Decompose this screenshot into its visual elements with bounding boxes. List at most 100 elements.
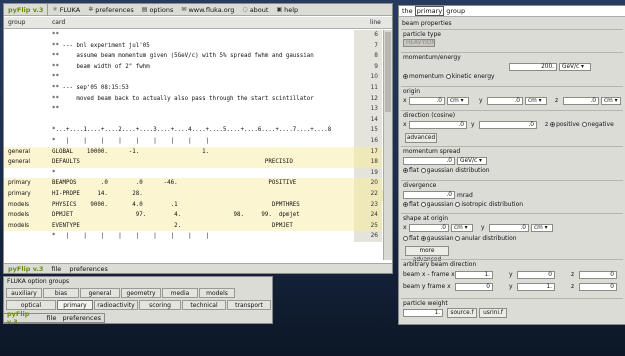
tab-auxiliary[interactable]: auxiliary [6, 288, 42, 298]
tab-media[interactable]: media [162, 288, 198, 298]
file-menu[interactable]: file [44, 314, 60, 322]
shape-y-input[interactable]: .0 [489, 224, 529, 232]
origin-y-unit[interactable]: cm ▾ [525, 97, 547, 105]
app-name[interactable]: pyFlip v.3 [4, 3, 49, 16]
tab-technical[interactable]: technical [182, 300, 226, 310]
kinetic-energy-radio[interactable] [445, 74, 451, 79]
radio-label: gaussian [426, 235, 454, 242]
card-row[interactable]: ** beam width of 2" fwhm 9 [4, 61, 382, 73]
scrollbar-thumb[interactable] [385, 32, 391, 112]
momentum-radio[interactable] [403, 74, 408, 79]
card-row[interactable]: ** moved beam back to actually also pass… [4, 93, 382, 105]
beam-y-x-input[interactable]: 0 [455, 283, 493, 291]
beam-x-x-input[interactable]: 1. [455, 271, 493, 279]
momentum-unit-select[interactable]: GeV/c ▾ [559, 63, 591, 71]
card-row[interactable]: *...+....1....+....2....+....3....+....4… [4, 125, 382, 136]
tab-bias[interactable]: bias [43, 288, 79, 298]
tab-general[interactable]: general [80, 288, 120, 298]
flat-radio[interactable] [403, 202, 408, 207]
flat-radio[interactable] [403, 236, 408, 241]
card-row[interactable]: general GLOBAL 10000. -1. 1. 17 [4, 146, 382, 158]
card-row[interactable]: ** assume beam momentum given (5GeV/c) w… [4, 51, 382, 62]
gaussian-radio[interactable] [420, 202, 426, 207]
card-row[interactable]: models PHYSICS 9000. 4.0 .1 DPMTHRES 23 [4, 199, 382, 211]
radio-label: flat [409, 167, 419, 174]
origin-z-input[interactable]: .0 [563, 97, 599, 105]
origin-x-unit[interactable]: cm ▾ [447, 97, 469, 105]
unit-value: cm [528, 98, 537, 104]
preferences-menu[interactable]: preferences [65, 265, 112, 273]
tab-optical[interactable]: optical [6, 300, 56, 310]
card-row[interactable]: models EVENTYPE 2. DPMJET 25 [4, 220, 382, 232]
card-row[interactable]: * | | | | | | | | | 26 [4, 231, 382, 242]
negative-radio[interactable] [581, 122, 587, 127]
beam-y-z-input[interactable]: 0 [579, 283, 617, 291]
origin-y-input[interactable]: .0 [487, 97, 523, 105]
advanced-button[interactable]: advanced [405, 133, 437, 143]
option-tab-row-1: auxiliary bias general geometry media mo… [6, 288, 236, 298]
group-column-header[interactable]: group [8, 19, 25, 26]
direction-x-input[interactable]: .0 [409, 121, 467, 129]
group-cell: primary [8, 190, 31, 197]
flat-radio[interactable] [403, 168, 408, 173]
menu-fluka[interactable]: ⚛ FLUKA [48, 6, 84, 14]
tab-radioactivity[interactable]: radioactivity [94, 300, 138, 310]
direction-y-input[interactable]: .0 [479, 121, 537, 129]
card-column-header[interactable]: card [52, 19, 65, 26]
tab-transport[interactable]: transport [227, 300, 271, 310]
menu-options[interactable]: ▤ options [138, 6, 178, 14]
editor-scrollbar[interactable] [383, 30, 392, 260]
menu-preferences[interactable]: ✲ preferences [84, 6, 138, 14]
card-row[interactable]: primary BEAMPOS .0 .0 -46. POSITIVE 20 [4, 178, 382, 189]
gaussian-radio[interactable] [420, 236, 426, 241]
isotropic-radio[interactable] [455, 202, 461, 207]
card-cell: BEAMPOS .0 .0 -46. POSITIVE [52, 180, 297, 187]
distribution-label: distribution [488, 201, 524, 208]
shape-x-unit[interactable]: cm ▾ [451, 224, 473, 232]
card-row[interactable]: ** --- bnl experiment jul'05 7 [4, 40, 382, 52]
card-row[interactable]: general DEFAULTS PRECISIO 18 [4, 157, 382, 168]
menu-about[interactable]: ◌ about [238, 6, 272, 14]
card-row[interactable]: models DPMJET 97. 4. 98. 99. dpmjet 24 [4, 210, 382, 221]
origin-z-unit[interactable]: cm ▾ [601, 97, 621, 105]
usrini-f-button[interactable]: usrini.f [479, 308, 507, 318]
shape-y-label: y [481, 224, 485, 231]
preferences-menu[interactable]: preferences [59, 314, 104, 322]
gaussian-radio[interactable] [420, 168, 426, 173]
card-row[interactable]: primary HI-PROPE 14. 28. 22 [4, 188, 382, 200]
card-row[interactable]: * 19 [4, 167, 382, 179]
more-advanced-button[interactable]: more advanced [405, 246, 449, 263]
annular-radio[interactable] [455, 236, 461, 241]
beam-y-y-input[interactable]: 1. [517, 283, 555, 291]
card-row[interactable]: * | | | | | | | | | 16 [4, 135, 382, 147]
card-row[interactable]: ** 13 [4, 104, 382, 115]
card-row[interactable]: ** 10 [4, 72, 382, 83]
shape-x-input[interactable]: .0 [409, 224, 449, 232]
positive-radio[interactable] [550, 122, 556, 127]
beam-x-z-input[interactable]: 0 [579, 271, 617, 279]
file-menu[interactable]: file [47, 265, 65, 273]
tab-geometry[interactable]: geometry [121, 288, 161, 298]
card-cell: PHYSICS 9000. 4.0 .1 DPMTHRES [52, 201, 300, 208]
beam-x-y-input[interactable]: 0 [517, 271, 555, 279]
shape-y-unit[interactable]: cm ▾ [531, 224, 553, 232]
particle-weight-input[interactable]: 1. [403, 309, 443, 317]
origin-x-input[interactable]: .0 [409, 97, 445, 105]
source-f-button[interactable]: source.f [447, 308, 477, 318]
tab-scoring[interactable]: scoring [139, 300, 181, 310]
tab-models[interactable]: models [199, 288, 235, 298]
menu-website[interactable]: ✉ www.fluka.org [177, 6, 238, 14]
radio-label: flat [409, 201, 419, 208]
momentum-spread-input[interactable]: .0 [403, 157, 455, 165]
divergence-input[interactable]: .0 [403, 191, 455, 199]
menu-help[interactable]: ▣ help [272, 6, 302, 14]
card-row[interactable]: ** 6 [4, 30, 382, 41]
card-row[interactable]: 14 [4, 114, 382, 126]
tab-primary[interactable]: primary [57, 300, 93, 310]
line-column-header[interactable]: line [370, 19, 381, 26]
particle-type-field[interactable]: HEAVYION [403, 39, 436, 47]
line-number: 7 [374, 42, 378, 49]
momentum-input[interactable]: 200. [509, 63, 557, 71]
card-row[interactable]: ** --- sep'05 08:15:53 11 [4, 82, 382, 94]
spread-unit-select[interactable]: GeV/c ▾ [457, 157, 487, 165]
